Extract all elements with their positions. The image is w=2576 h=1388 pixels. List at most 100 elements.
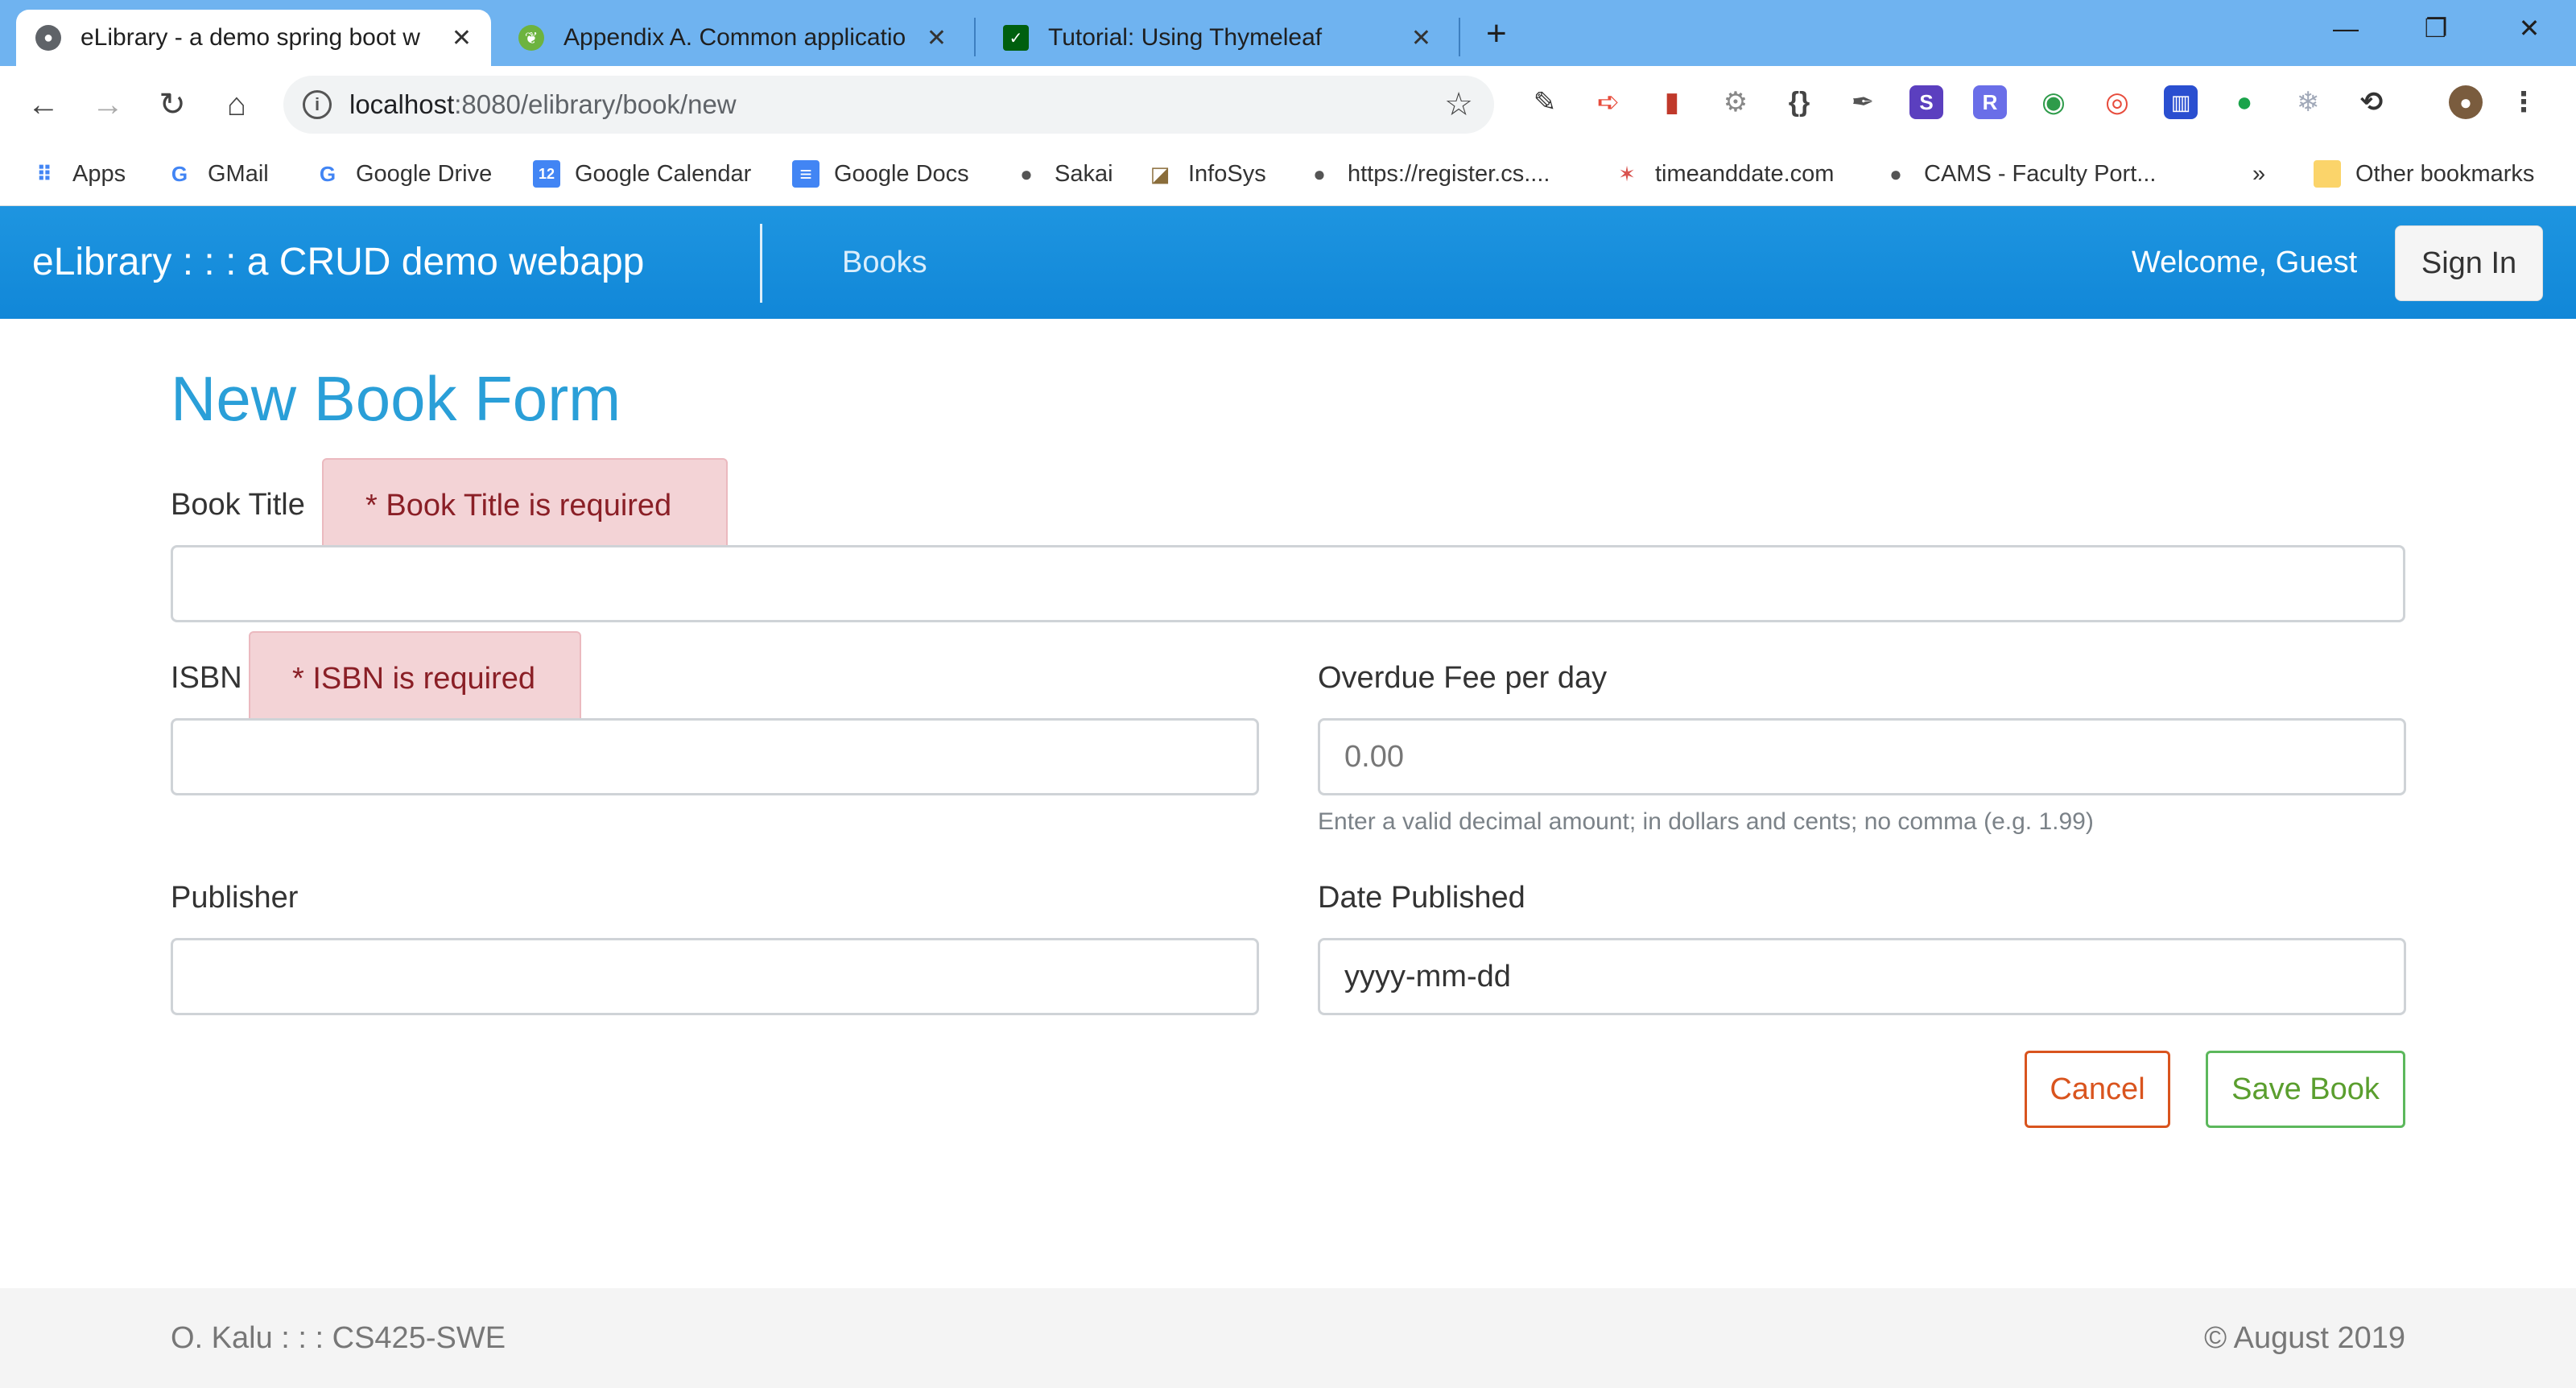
book-title-input[interactable] (171, 545, 2405, 622)
bookmark-star-icon[interactable]: ☆ (1444, 86, 1473, 123)
chat-bubble-icon[interactable]: ● (2227, 85, 2261, 119)
arrow-ext-icon[interactable]: ➪ (1591, 85, 1625, 119)
bookmark-item[interactable]: G GMail (166, 155, 269, 193)
bookmark-item[interactable]: ⠿ Apps (31, 155, 126, 193)
reload-button[interactable]: ↻ (147, 79, 198, 130)
app-navbar: eLibrary : : : a CRUD demo webapp Books … (0, 206, 2576, 319)
new-tab-button[interactable]: + (1486, 10, 1507, 58)
navbar-divider (760, 224, 762, 303)
tab-elibrary[interactable]: ● eLibrary - a demo spring boot w ✕ (16, 10, 491, 66)
profile-avatar[interactable]: ● (2449, 85, 2483, 119)
bookmark-item[interactable]: ● CAMS - Faculty Port... (1882, 155, 2156, 193)
tab-title: Tutorial: Using Thymeleaf (1048, 24, 1323, 51)
isbn-input[interactable] (171, 718, 1259, 795)
restore-button[interactable]: ❐ (2397, 0, 2475, 56)
brand-link[interactable]: eLibrary : : : a CRUD demo webapp (32, 206, 644, 319)
gear-ext-icon[interactable]: ⚙ (1719, 85, 1752, 119)
r-ext-icon[interactable]: R (1973, 85, 2007, 119)
bookmark-label: Google Drive (356, 160, 493, 187)
infosys-icon: ◪ (1150, 161, 1170, 186)
bookmarks-overflow-button[interactable]: » (2252, 155, 2265, 193)
reload-icon: ↻ (159, 87, 186, 122)
book-title-error: * Book Title is required (322, 458, 728, 553)
overdue-fee-help: Enter a valid decimal amount; in dollars… (1318, 808, 2094, 835)
bookmark-label: Google Docs (834, 160, 969, 187)
minimize-button[interactable]: — (2307, 0, 2384, 56)
tab-title: eLibrary - a demo spring boot w (80, 24, 420, 51)
url-path: :8080/elibrary/book/new (454, 89, 737, 119)
isbn-label: ISBN (171, 661, 242, 695)
search-ext-icon[interactable]: ◉ (2037, 85, 2070, 119)
bookmark-label: GMail (208, 160, 269, 187)
footer-author: O. Kalu : : : CS425-SWE (171, 1321, 506, 1355)
calendar-icon: 12 (533, 160, 560, 188)
arrow-right-icon: → (92, 86, 124, 122)
tab-thymeleaf[interactable]: ✓ Tutorial: Using Thymeleaf ✕ (984, 10, 1451, 66)
tab-separator (974, 18, 976, 56)
bookmark-item[interactable]: ● https://register.cs.... (1306, 155, 1550, 193)
bookmark-label: Sakai (1055, 160, 1113, 187)
thymeleaf-icon: ✓ (1003, 25, 1029, 51)
nav-books-link[interactable]: Books (842, 206, 927, 319)
date-published-input[interactable]: yyyy-mm-dd (1318, 938, 2406, 1015)
snowflake-ext-icon[interactable]: ❄ (2291, 85, 2325, 119)
close-tab-icon[interactable]: ✕ (1411, 24, 1431, 52)
url-host: localhost (349, 89, 455, 119)
docs-icon: ≡ (792, 160, 819, 188)
address-bar[interactable]: i localhost:8080/elibrary/book/new ☆ (283, 76, 1494, 134)
book-title-label: Book Title (171, 488, 305, 522)
date-published-label: Date Published (1318, 881, 1525, 915)
pdf-ext-icon[interactable]: ▮ (1655, 85, 1689, 119)
overdue-fee-input[interactable]: 0.00 (1318, 718, 2406, 795)
home-icon: ⌂ (226, 86, 247, 122)
eyedropper-icon[interactable]: ✒ (1846, 85, 1880, 119)
home-button[interactable]: ⌂ (211, 79, 262, 130)
overdue-fee-label: Overdue Fee per day (1318, 661, 1608, 695)
close-window-button[interactable]: ✕ (2491, 0, 2568, 56)
folder-icon (2314, 160, 2341, 188)
bookmark-item[interactable]: ≡ Google Docs (792, 155, 969, 193)
isbn-error: * ISBN is required (249, 631, 581, 726)
s-ext-icon[interactable]: S (1909, 85, 1943, 119)
bookmark-label: https://register.cs.... (1348, 160, 1550, 187)
arrow-left-icon: ← (27, 86, 60, 122)
colorpick-icon[interactable]: ✎ (1528, 85, 1562, 119)
json-ext-icon[interactable]: {} (1782, 85, 1816, 119)
menu-kebab-icon[interactable]: ⋮ (2507, 85, 2541, 119)
sign-in-button[interactable]: Sign In (2395, 225, 2543, 301)
bookmark-item[interactable]: ✶ timeanddate.com (1613, 155, 1834, 193)
tab-appendix[interactable]: ❦ Appendix A. Common applicatio ✕ (499, 10, 966, 66)
google-g-icon: G (171, 161, 188, 186)
welcome-text: Welcome, Guest (2132, 246, 2358, 279)
globe-icon: ● (1313, 161, 1326, 186)
bookmark-label: timeanddate.com (1655, 160, 1835, 187)
save-book-button[interactable]: Save Book (2206, 1051, 2405, 1128)
bookmark-label: CAMS - Faculty Port... (1924, 160, 2157, 187)
globe-icon: ● (1889, 161, 1902, 186)
globe-icon: ● (1020, 161, 1033, 186)
bookmark-item[interactable]: ◪ InfoSys (1146, 155, 1266, 193)
ruler-ext-icon[interactable]: ▥ (2164, 85, 2198, 119)
tab-separator (1459, 18, 1460, 56)
forward-button[interactable]: → (82, 79, 134, 130)
browser-tab-strip: ● eLibrary - a demo spring boot w ✕ ❦ Ap… (0, 0, 2576, 66)
bookmark-label: Google Calendar (575, 160, 752, 187)
tab-title: Appendix A. Common applicatio (564, 24, 906, 51)
bookmark-label: InfoSys (1188, 160, 1266, 187)
spring-leaf-icon: ❦ (518, 25, 544, 51)
google-g-icon: G (319, 161, 336, 186)
other-bookmarks[interactable]: Other bookmarks (2314, 155, 2534, 193)
publisher-input[interactable] (171, 938, 1259, 1015)
cancel-button[interactable]: Cancel (2025, 1051, 2170, 1128)
bookmark-item[interactable]: G Google Drive (314, 155, 492, 193)
close-tab-icon[interactable]: ✕ (927, 24, 947, 52)
sync-ext-icon[interactable]: ⟲ (2355, 85, 2388, 119)
close-tab-icon[interactable]: ✕ (452, 24, 472, 52)
color-wheel-icon[interactable]: ◎ (2100, 85, 2134, 119)
bookmarks-bar: ⠿ Apps G GMail G Google Drive 12 Google Calenda… (0, 143, 2576, 206)
publisher-label: Publisher (171, 881, 299, 915)
info-icon[interactable]: i (303, 90, 332, 119)
back-button[interactable]: ← (18, 79, 69, 130)
bookmark-item[interactable]: 12 Google Calendar (533, 155, 751, 193)
bookmark-item[interactable]: ● Sakai (1013, 155, 1113, 193)
